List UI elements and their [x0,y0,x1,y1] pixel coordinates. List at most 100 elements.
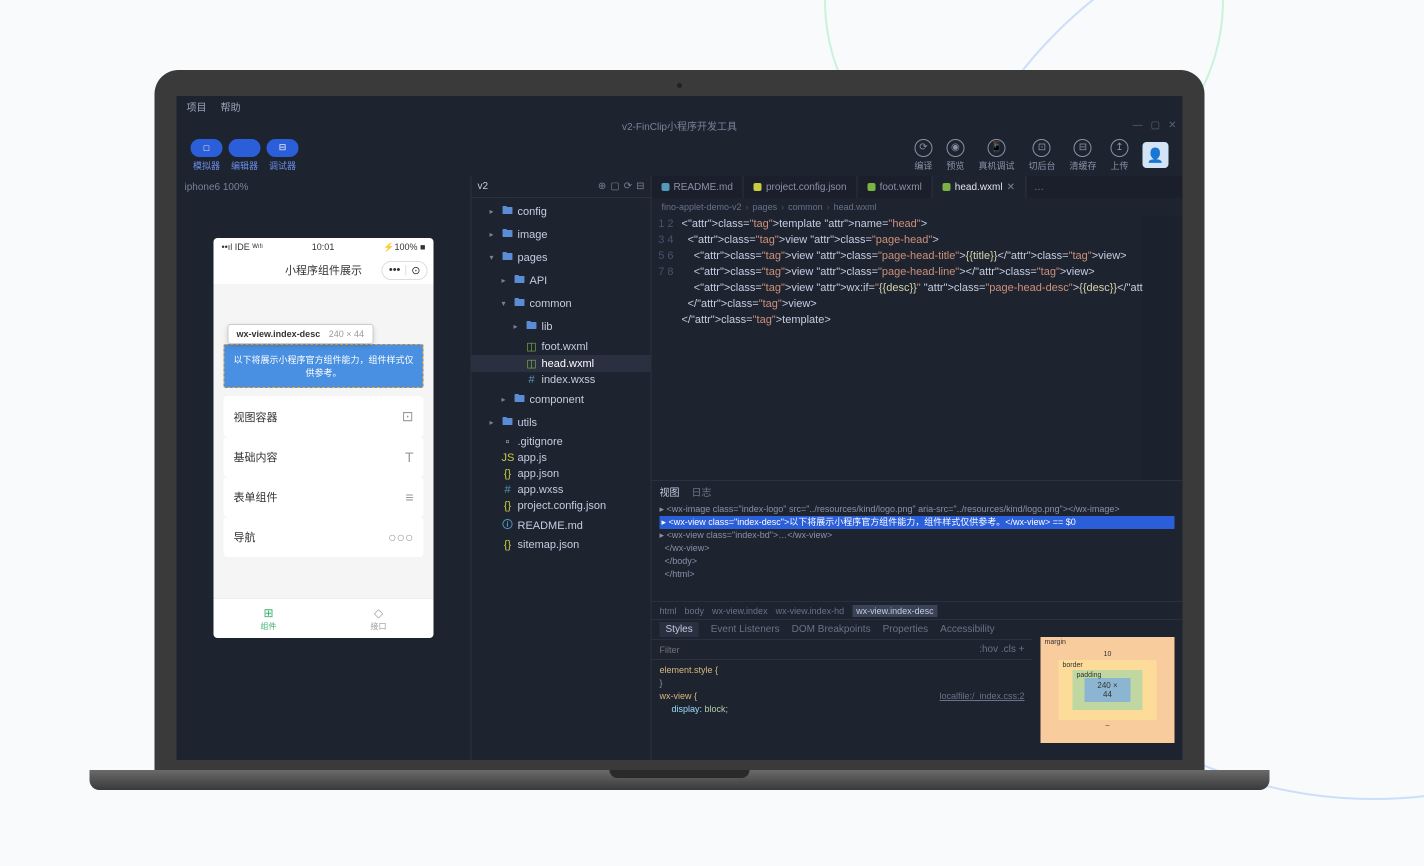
tree-folder-API[interactable]: ▸🖿API [472,269,651,292]
file-tree[interactable]: ▸🖿config▸🖿image▾🖿pages▸🖿API▾🖿common▸🖿lib… [472,198,651,760]
editor-tab-project.config.json[interactable]: project.config.json [744,176,858,198]
file-explorer: v2 ⊕ ▢ ⟳ ⊟ ▸🖿config▸🖿image▾🖿pages▸🖿API▾🖿… [472,176,652,760]
dom-node[interactable]: </wx-view> [660,542,1175,555]
toolbar-toggle-0[interactable]: □模拟器 [191,139,223,172]
toolbar-action-清缓存[interactable]: ⊟清缓存 [1069,139,1096,172]
tree-folder-pages[interactable]: ▾🖿pages [472,246,651,269]
tree-file-sitemap.json[interactable]: {}sitemap.json [472,537,651,553]
code-editor[interactable]: 1 2 3 4 5 6 7 8 <"attr">class="tag">temp… [652,216,1183,480]
tree-folder-common[interactable]: ▾🖿common [472,292,651,315]
phone-list-item[interactable]: 导航○○○ [224,517,424,557]
dom-crumb[interactable]: body [685,606,705,616]
tree-file-README.md[interactable]: 🛈README.md [472,514,651,537]
styles-rules[interactable]: element.style {}</span><div class="sel-n… [652,660,1033,760]
tree-file-project.config.json[interactable]: {}project.config.json [472,498,651,514]
devtools-top-tabs: 视图 日志 [652,481,1183,501]
title-bar: v2-FinClip小程序开发工具 — ▢ ✕ [177,116,1183,134]
phone-simulator[interactable]: ••ıl IDE ⁠ᵂᶦᶠᶦ 10:01 ⚡100% ■ 小程序组件展示 •••… [214,238,434,638]
tree-file-app.json[interactable]: {}app.json [472,466,651,482]
tree-folder-lib[interactable]: ▸🖿lib [472,315,651,338]
dom-inspector[interactable]: ▸ <wx-image class="index-logo" src="../r… [652,501,1183,601]
css-rule[interactable]: element.style {} [660,664,1025,690]
simulator-device-info: iphone6 100% [177,176,471,198]
toolbar-toggle-2[interactable]: ⊟调试器 [267,139,299,172]
phone-tab-组件[interactable]: ⊞组件 [214,599,324,638]
breadcrumb-segment[interactable]: head.wxml [834,202,877,212]
tree-file-index.wxss[interactable]: #index.wxss [472,372,651,388]
toolbar-action-预览[interactable]: ◉预览 [946,139,964,172]
dom-crumb[interactable]: wx-view.index-hd [776,606,845,616]
dom-node[interactable]: </html> [660,568,1175,581]
maximize-icon[interactable]: ▢ [1151,120,1160,131]
phone-tabbar: ⊞组件◇接口 [214,598,434,638]
tree-folder-image[interactable]: ▸🖿image [472,223,651,246]
dom-node[interactable]: </body> [660,555,1175,568]
tooltip-selector: wx-view.index-desc [237,329,321,339]
styles-tab-styles[interactable]: Styles [660,622,699,637]
editor-tab-README.md[interactable]: README.md [652,176,744,198]
dom-crumb[interactable]: wx-view.index [712,606,768,616]
box-model-border: border padding 240 × 44 [1059,660,1157,720]
styles-filter-actions[interactable]: :hov .cls + [979,644,1024,655]
new-folder-icon[interactable]: ▢ [610,181,619,192]
css-rule[interactable]: localfile:/_index.css:2wx-view {display:… [660,690,1025,716]
code-body[interactable]: <"attr">class="tag">template "attr">name… [682,216,1143,480]
toolbar-action-上传[interactable]: ↥上传 [1110,139,1128,172]
phone-tab-接口[interactable]: ◇接口 [324,599,434,638]
breadcrumb-segment[interactable]: fino-applet-demo-v2 [662,202,742,212]
user-avatar[interactable]: 👤 [1143,142,1169,168]
styles-filter-input[interactable] [660,645,777,655]
collapse-icon[interactable]: ⊟ [636,181,644,192]
editor-tab-foot.wxml[interactable]: foot.wxml [858,176,933,198]
inspector-tooltip: wx-view.index-desc 240 × 44 [228,324,374,344]
phone-capsule[interactable]: ••• | ⊙ [382,261,428,280]
capsule-close-icon[interactable]: ⊙ [411,264,420,277]
highlighted-element[interactable]: 以下将展示小程序官方组件能力，组件样式仅供参考。 [224,344,424,388]
tree-folder-component[interactable]: ▸🖿component [472,388,651,411]
tree-file-app.js[interactable]: JSapp.js [472,450,651,466]
toolbar-action-切后台[interactable]: ⊡切后台 [1028,139,1055,172]
devtools-tab-log[interactable]: 日志 [692,484,712,499]
phone-page-content[interactable]: wx-view.index-desc 240 × 44 以下将展示小程序官方组件… [214,284,434,598]
close-icon[interactable]: ✕ [1168,120,1176,131]
styles-tab-properties[interactable]: Properties [883,624,929,635]
dom-breadcrumb[interactable]: html body wx-view.index wx-view.index-hd wx-… [652,601,1183,619]
menu-item-help[interactable]: 帮助 [221,99,241,114]
toolbar-action-编译[interactable]: ⟳编译 [914,139,932,172]
breadcrumb-segment[interactable]: common [788,202,823,212]
tree-folder-utils[interactable]: ▸🖿utils [472,411,651,434]
breadcrumb-segment[interactable]: pages [753,202,778,212]
editor-tab-head.wxml[interactable]: head.wxml✕ [933,176,1026,198]
toolbar-toggle-1[interactable]: 编辑器 [229,139,261,172]
dom-node[interactable]: ▸ <wx-image class="index-logo" src="../r… [660,503,1175,516]
phone-battery: ⚡100% ■ [383,242,425,253]
refresh-icon[interactable]: ⟳ [624,181,632,192]
menu-item-project[interactable]: 项目 [187,99,207,114]
tree-file-.gitignore[interactable]: ▫.gitignore [472,434,651,450]
dom-node[interactable]: ▸ <wx-view class="index-bd">…</wx-view> [660,529,1175,542]
phone-list-item[interactable]: 视图容器⊡ [224,396,424,437]
box-model-margin: margin 10 border padding 240 × 44 [1041,637,1175,743]
capsule-menu-icon[interactable]: ••• [389,264,401,276]
phone-status-bar: ••ıl IDE ⁠ᵂᶦᶠᶦ 10:01 ⚡100% ■ [214,238,434,256]
dom-crumb[interactable]: wx-view.index-desc [852,605,938,617]
phone-page-title: 小程序组件展示 [285,262,362,278]
minimize-icon[interactable]: — [1133,120,1143,131]
devtools-tab-view[interactable]: 视图 [660,484,680,499]
minimap[interactable] [1143,216,1183,480]
dom-crumb[interactable]: html [660,606,677,616]
tree-file-app.wxss[interactable]: #app.wxss [472,482,651,498]
styles-tab-dom-breakpoints[interactable]: DOM Breakpoints [792,624,871,635]
tree-folder-config[interactable]: ▸🖿config [472,200,651,223]
toolbar-action-真机调试[interactable]: 📱真机调试 [978,139,1014,172]
editor-tabs-more-icon[interactable]: … [1026,176,1052,198]
styles-tab-event-listeners[interactable]: Event Listeners [711,624,780,635]
breadcrumb[interactable]: fino-applet-demo-v2›pages›common›head.wx… [652,198,1183,216]
new-file-icon[interactable]: ⊕ [598,181,606,192]
phone-list-item[interactable]: 表单组件≡ [224,477,424,517]
tree-file-head.wxml[interactable]: ◫head.wxml [472,355,651,372]
styles-tab-accessibility[interactable]: Accessibility [940,624,994,635]
dom-node[interactable]: ▸ <wx-view class="index-desc">以下将展示小程序官方… [660,516,1175,529]
phone-list-item[interactable]: 基础内容T [224,437,424,477]
tree-file-foot.wxml[interactable]: ◫foot.wxml [472,338,651,355]
